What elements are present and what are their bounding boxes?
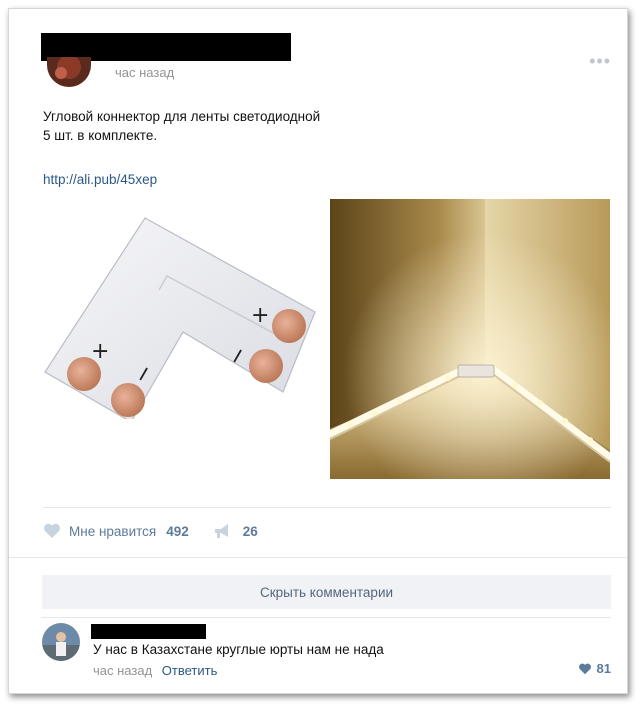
comment-like-count: 81 — [596, 661, 611, 676]
photo-led-corner[interactable] — [326, 199, 614, 479]
megaphone-icon — [214, 524, 228, 538]
comment-text: У нас в Казахстане круглые юрты нам не н… — [93, 642, 384, 657]
heart-icon — [578, 663, 591, 674]
comments-divider — [41, 617, 611, 618]
commenter-avatar[interactable] — [42, 623, 80, 661]
post-actions: Мне нравится 492 26 — [43, 523, 258, 539]
pad-top-plus — [272, 309, 306, 343]
actions-divider-top — [43, 507, 611, 508]
author-avatar[interactable] — [47, 57, 91, 87]
post-text-line-1: Угловой коннектор для ленты светодиодной — [43, 109, 321, 124]
pad-bottom-minus — [111, 383, 145, 417]
heart-icon — [44, 523, 60, 538]
like-button[interactable]: Мне нравится 492 — [43, 523, 189, 539]
hide-comments-button[interactable]: Скрыть комментарии — [42, 575, 611, 609]
actions-divider-bottom — [9, 557, 627, 558]
comment-meta: час назад Ответить — [93, 663, 217, 678]
post-text-line-2: 5 шт. в комплекте. — [43, 128, 158, 143]
share-count: 26 — [242, 523, 258, 539]
post-text: Угловой коннектор для ленты светодиодной… — [43, 107, 443, 145]
pad-right-minus — [249, 349, 283, 383]
photo-connector[interactable]: + − + − — [39, 204, 323, 423]
comment-time[interactable]: час назад — [93, 663, 152, 678]
more-options-icon[interactable]: ••• — [589, 51, 611, 72]
connector-plus-left: + — [91, 339, 109, 364]
reply-button[interactable]: Ответить — [162, 663, 218, 678]
post-card: час назад ••• Угловой коннектор для лент… — [8, 8, 628, 694]
connector-plus-top: + — [251, 303, 269, 328]
commenter-name-redacted — [91, 624, 206, 639]
post-time[interactable]: час назад — [115, 65, 174, 80]
like-label: Мне нравится — [69, 523, 157, 539]
comment-like-button[interactable]: 81 — [578, 661, 611, 676]
share-button[interactable]: 26 — [213, 523, 258, 539]
like-count: 492 — [166, 523, 189, 539]
post-link[interactable]: http://ali.pub/45xep — [43, 172, 157, 187]
